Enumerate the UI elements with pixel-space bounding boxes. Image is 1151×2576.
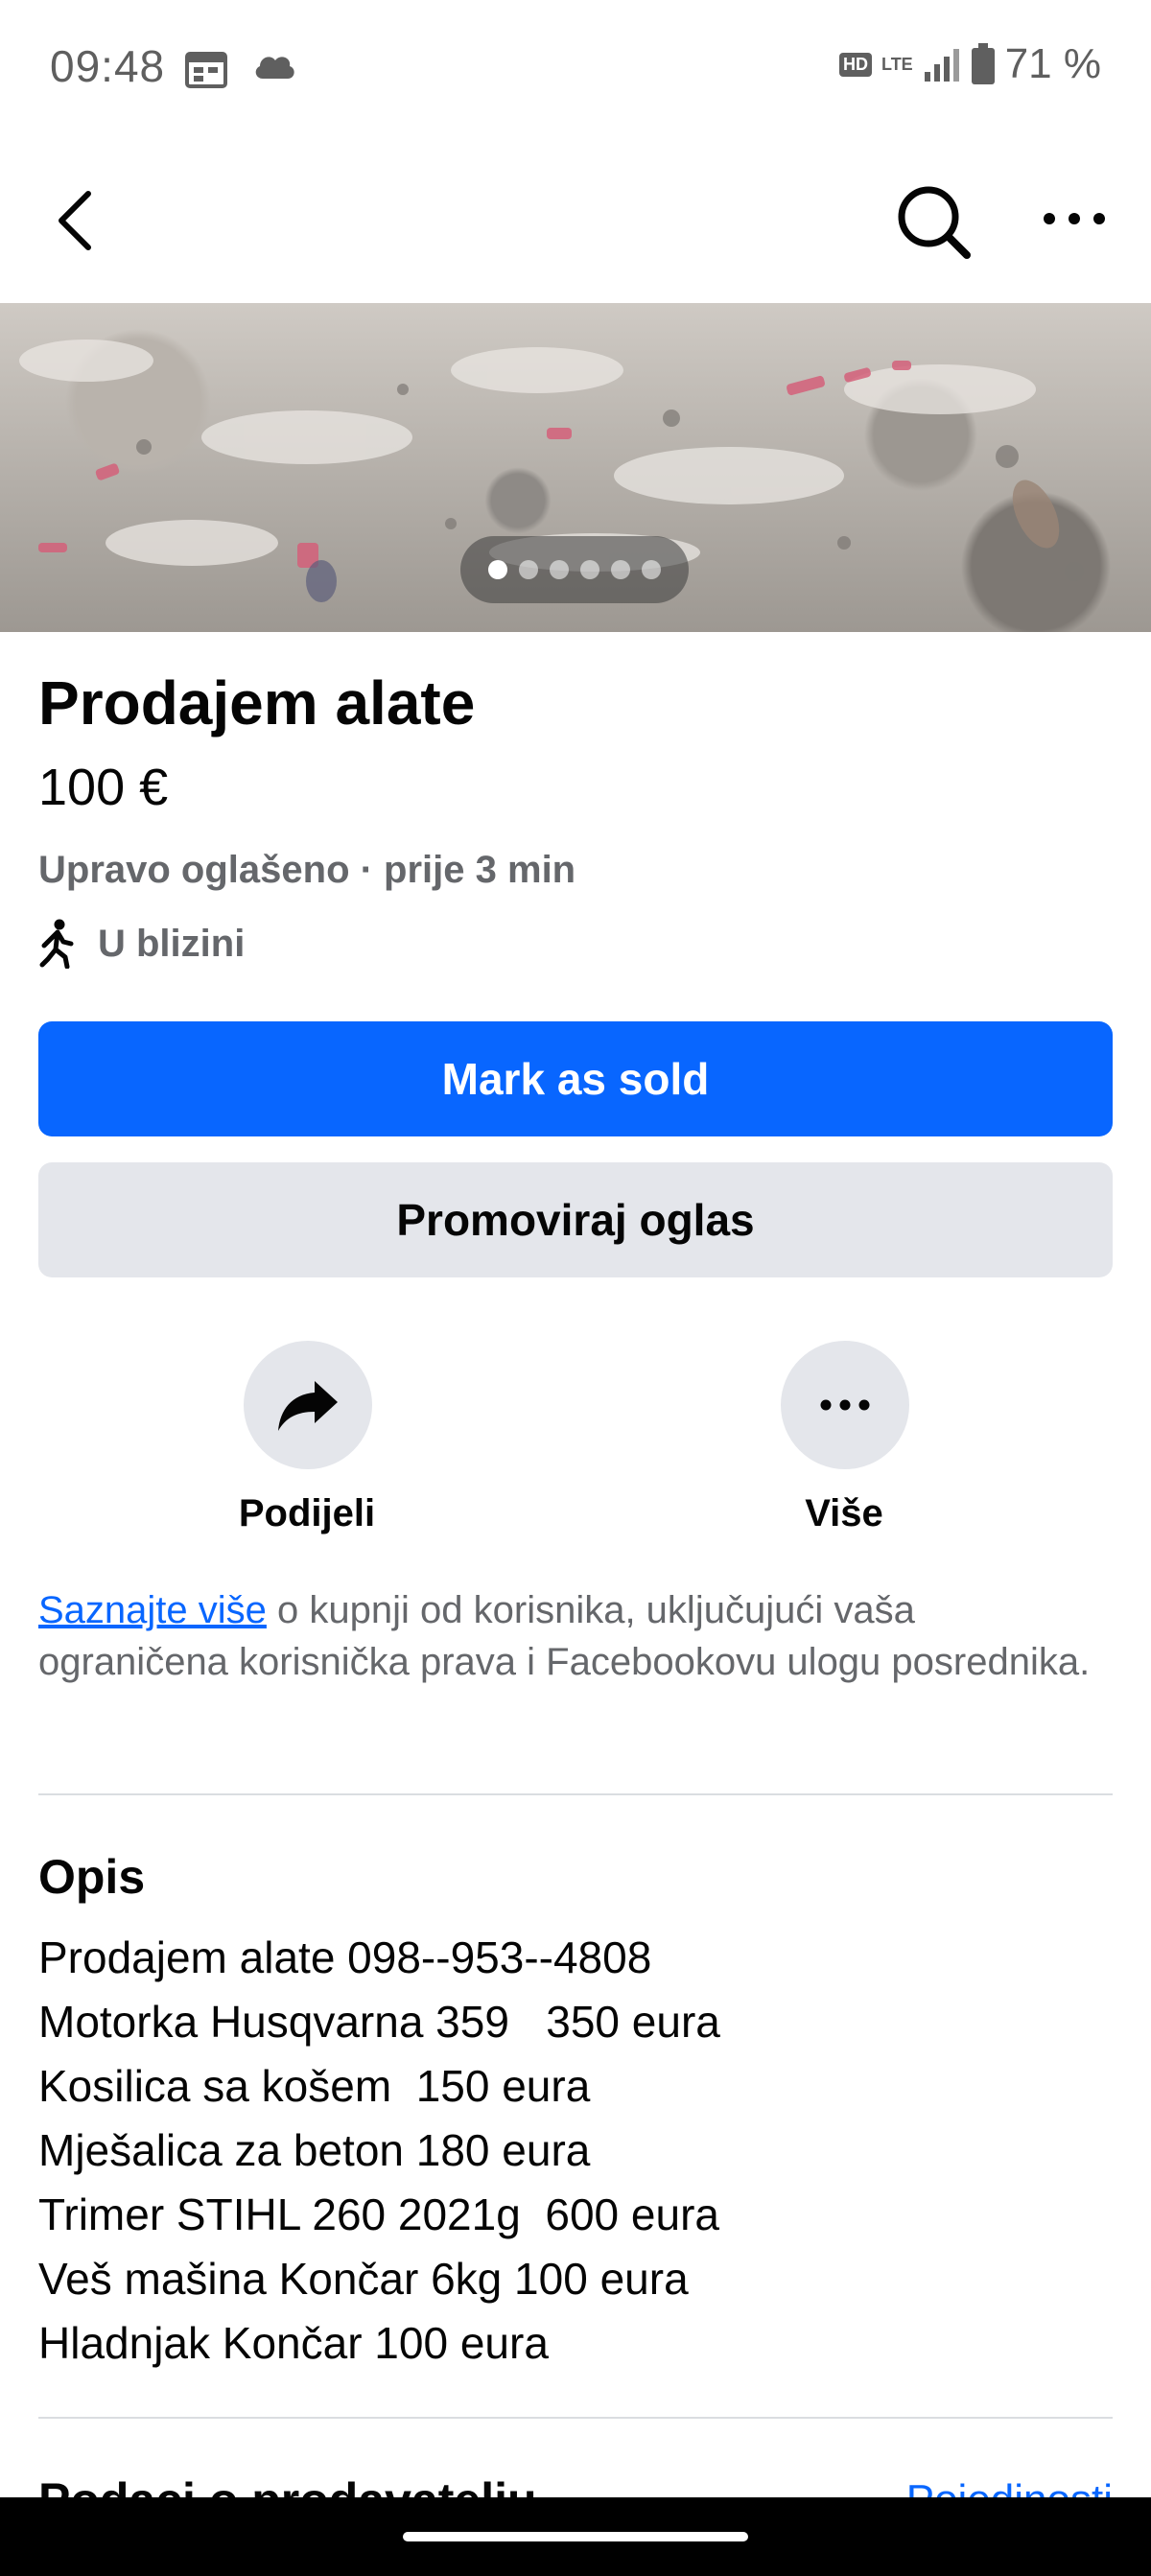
more-action[interactable]: Više	[700, 1341, 988, 1552]
more-button[interactable]	[781, 1341, 909, 1469]
gallery-dot[interactable]	[611, 560, 630, 579]
divider	[38, 2417, 1113, 2419]
description-body: Prodajem alate 098--953--4808 Motorka Hu…	[38, 1926, 720, 2376]
description-line: Trimer STIHL 260 2021g 600 eura	[38, 2190, 719, 2239]
gallery-dot[interactable]	[580, 560, 599, 579]
description-line: Motorka Husqvarna 359 350 eura	[38, 1997, 720, 2047]
learn-more-link[interactable]: Saznajte više	[38, 1589, 267, 1631]
purchase-info-notice: Saznajte više o kupnji od korisnika, ukl…	[38, 1584, 1103, 1688]
listing-price: 100 €	[38, 759, 169, 816]
listing-title: Prodajem alate	[38, 668, 476, 738]
description-line: Veš mašina Končar 6kg 100 eura	[38, 2254, 689, 2304]
back-icon[interactable]	[46, 182, 113, 259]
description-line: Kosilica sa košem 150 eura	[38, 2061, 591, 2111]
calendar-icon	[185, 52, 227, 88]
status-bar: 09:48 HD LTE 71 %	[0, 0, 1151, 142]
cloud-icon	[255, 57, 294, 79]
mark-as-sold-button[interactable]: Mark as sold	[38, 1021, 1113, 1136]
promote-listing-button[interactable]: Promoviraj oglas	[38, 1162, 1113, 1277]
top-nav	[0, 142, 1151, 303]
search-icon[interactable]	[892, 180, 973, 261]
listing-photo[interactable]	[0, 303, 1151, 632]
description-line: Prodajem alate 098--953--4808	[38, 1932, 652, 1982]
gallery-dot[interactable]	[488, 560, 507, 579]
description-line: Hladnjak Končar 100 eura	[38, 2318, 549, 2368]
gallery-dot[interactable]	[642, 560, 661, 579]
status-time: 09:48	[50, 41, 166, 91]
divider	[38, 1793, 1113, 1795]
listing-posted-time: Upravo oglašeno · prije 3 min	[38, 849, 576, 891]
location-label: U blizini	[98, 922, 246, 965]
more-horizontal-icon[interactable]	[1036, 199, 1113, 238]
more-label: Više	[805, 1492, 883, 1534]
share-action[interactable]: Podijeli	[163, 1341, 451, 1552]
description-title: Opis	[38, 1850, 146, 1904]
status-right: HD LTE 71 %	[839, 40, 1101, 88]
share-button[interactable]	[244, 1341, 372, 1469]
gallery-dot[interactable]	[550, 560, 569, 579]
network-type: LTE	[881, 55, 913, 74]
description-line: Mješalica za beton 180 eura	[38, 2125, 591, 2175]
battery-icon	[971, 43, 995, 84]
home-gesture-handle[interactable]	[403, 2532, 748, 2541]
signal-icon	[924, 49, 959, 82]
more-dots-icon	[820, 1399, 870, 1411]
hd-badge: HD	[839, 52, 873, 77]
gallery-pagination[interactable]	[460, 536, 689, 603]
system-navigation-bar	[0, 2497, 1151, 2576]
battery-percent: 71 %	[1004, 40, 1101, 87]
gallery-dot[interactable]	[519, 560, 538, 579]
share-label: Podijeli	[238, 1492, 376, 1534]
listing-location: U blizini	[38, 917, 245, 971]
walking-icon	[39, 919, 74, 969]
share-arrow-icon	[278, 1381, 338, 1431]
